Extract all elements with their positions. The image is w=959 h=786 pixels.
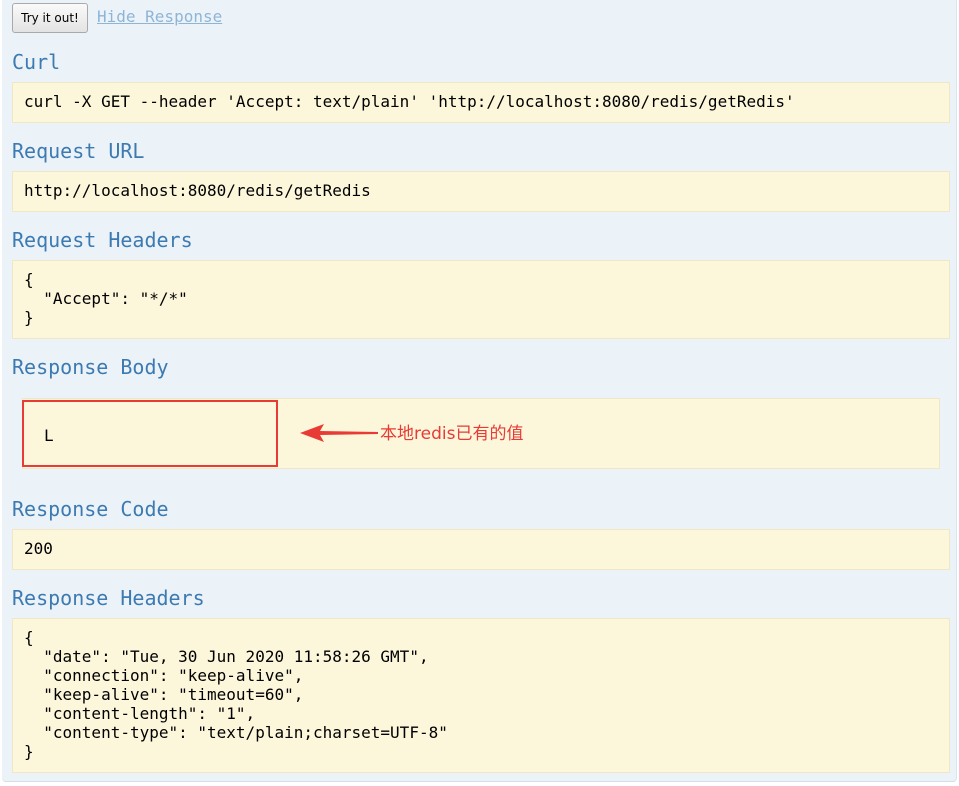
- annotation-text: 本地redis已有的值: [380, 424, 524, 444]
- curl-command-box: curl -X GET --header 'Accept: text/plain…: [12, 82, 950, 123]
- response-body-heading: Response Body: [12, 355, 169, 379]
- highlight-rectangle: [22, 400, 278, 467]
- request-headers-heading: Request Headers: [12, 228, 193, 252]
- response-code-box: 200: [12, 529, 950, 570]
- response-headers-box: { "date": "Tue, 30 Jun 2020 11:58:26 GMT…: [12, 618, 950, 773]
- request-url-heading: Request URL: [12, 139, 145, 163]
- request-headers-box: { "Accept": "*/*" }: [12, 260, 950, 339]
- try-it-out-button[interactable]: Try it out!: [12, 3, 88, 33]
- response-code-heading: Response Code: [12, 497, 169, 521]
- hide-response-link[interactable]: Hide Response: [97, 7, 222, 26]
- curl-heading: Curl: [12, 50, 61, 74]
- request-url-box: http://localhost:8080/redis/getRedis: [12, 171, 950, 212]
- response-body-value: L: [44, 426, 54, 445]
- annotation-arrow-icon: [300, 424, 378, 442]
- response-headers-heading: Response Headers: [12, 586, 205, 610]
